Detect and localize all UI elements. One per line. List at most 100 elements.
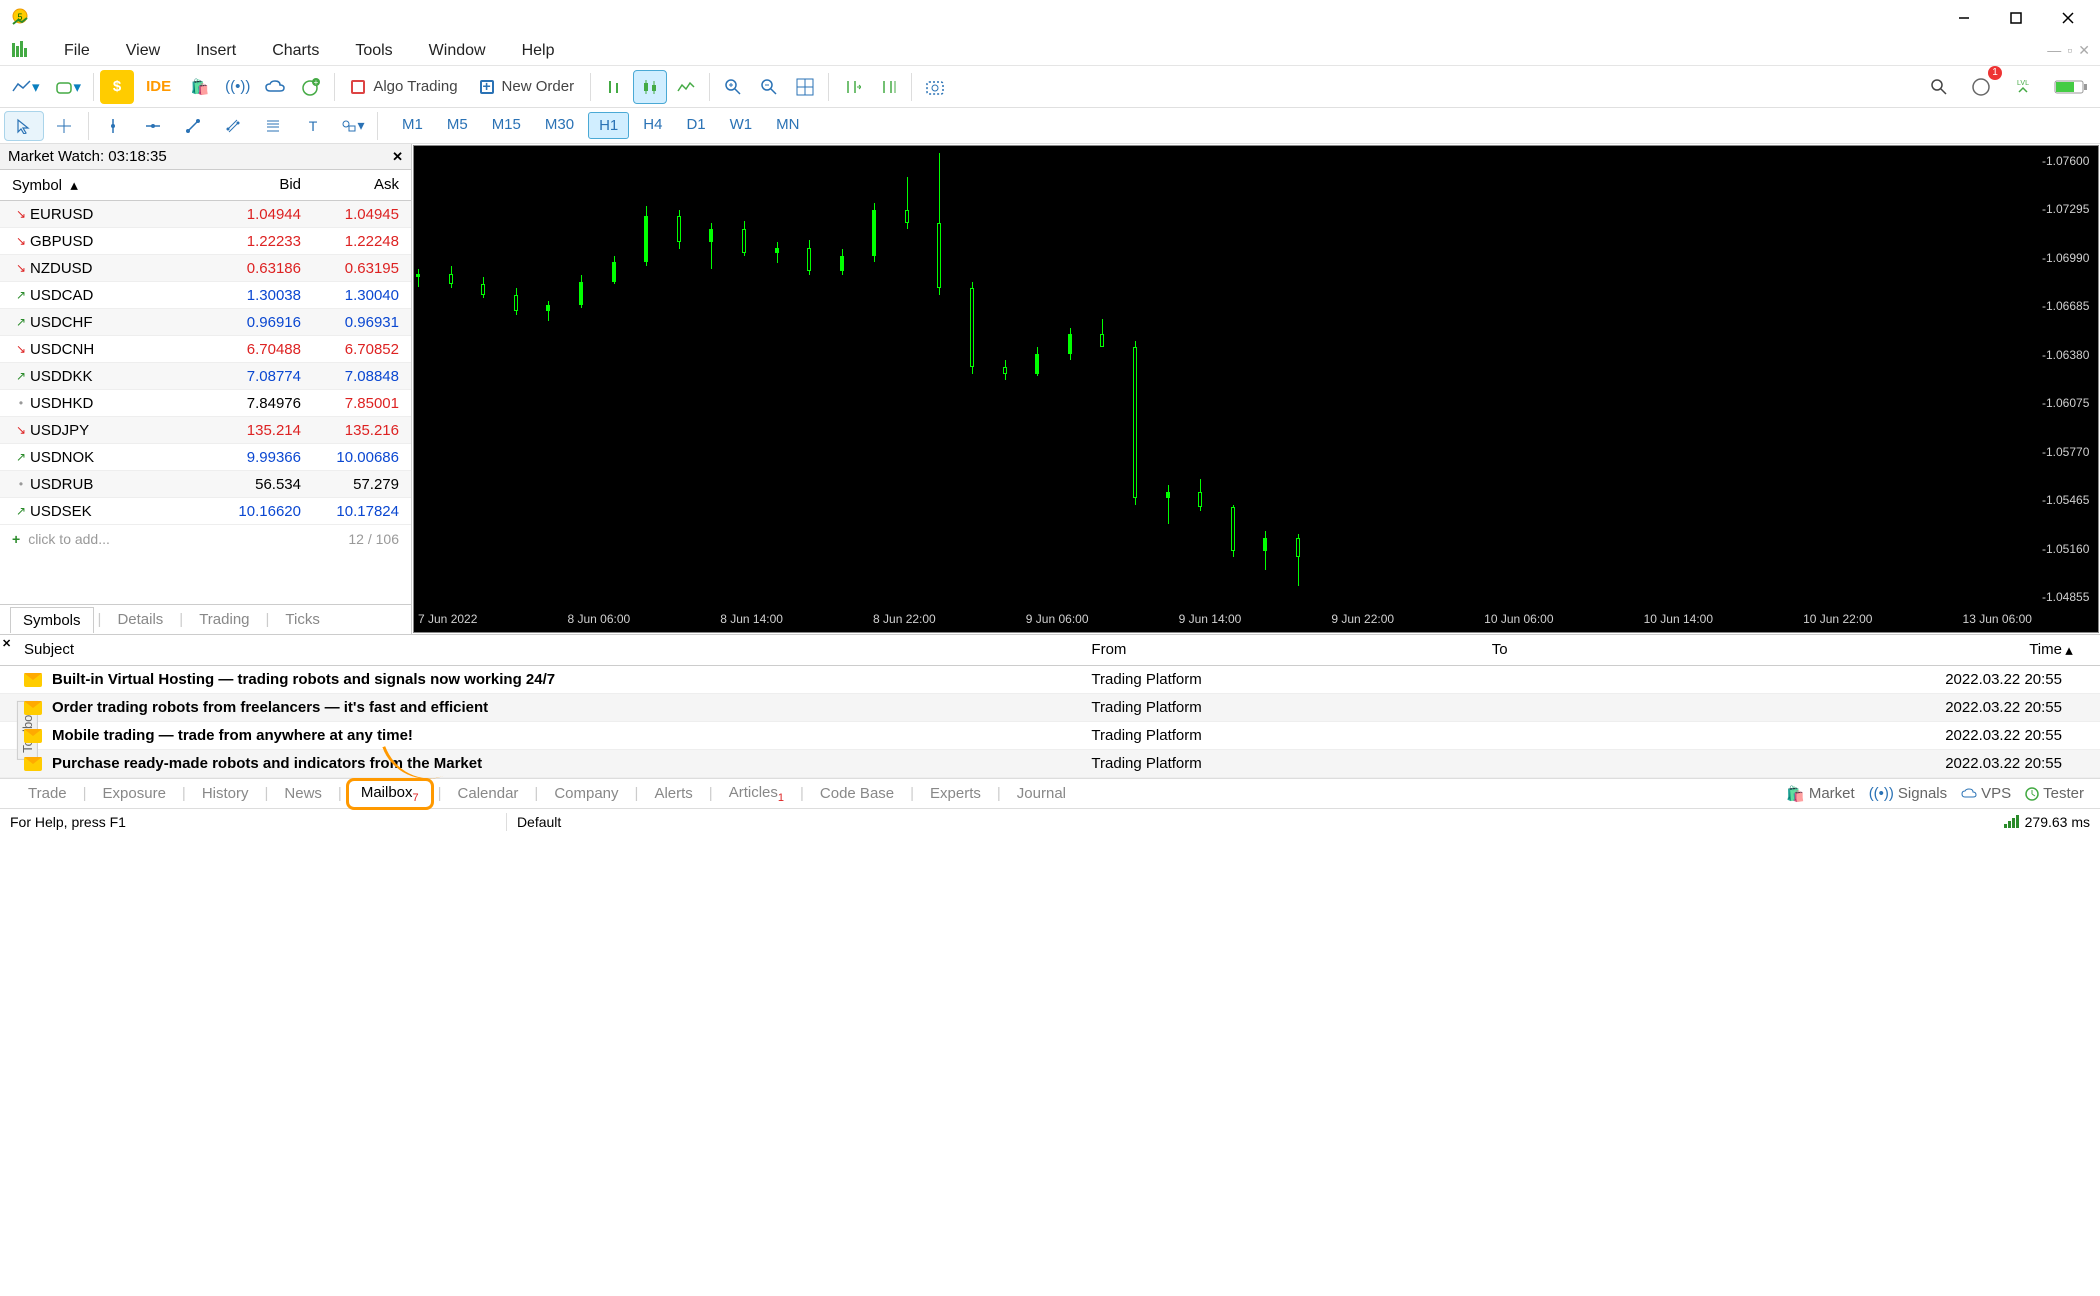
status-profile[interactable]: Default <box>517 814 561 830</box>
timeframe-MN[interactable]: MN <box>766 112 809 139</box>
mail-row[interactable]: Mobile trading — trade from anywhere at … <box>0 722 2100 750</box>
bar-chart-icon[interactable] <box>597 70 631 104</box>
globe-plus-icon[interactable]: + <box>294 70 328 104</box>
cloud-icon[interactable] <box>258 70 292 104</box>
symbol-row-USDDKK[interactable]: ↗ USDDKK 7.08774 7.08848 <box>0 363 411 390</box>
hline-tool[interactable] <box>133 111 173 141</box>
menu-tools[interactable]: Tools <box>337 38 410 63</box>
window-close[interactable] <box>2044 2 2092 34</box>
signals-icon[interactable]: ((•)) <box>219 70 256 104</box>
symbol-row-USDRUB[interactable]: • USDRUB 56.534 57.279 <box>0 471 411 498</box>
window-maximize[interactable] <box>1992 2 2040 34</box>
menu-insert[interactable]: Insert <box>178 38 254 63</box>
notifications-icon[interactable]: 1 <box>1964 70 1998 104</box>
symbol-row-USDCAD[interactable]: ↗ USDCAD 1.30038 1.30040 <box>0 282 411 309</box>
toolbox-tab-company[interactable]: Company <box>542 782 630 805</box>
toolbox-tab-journal[interactable]: Journal <box>1005 782 1078 805</box>
chart-area[interactable]: -1.07600-1.07295-1.06990-1.06685-1.06380… <box>413 145 2099 633</box>
grid-icon[interactable] <box>788 70 822 104</box>
tester-link[interactable]: Tester <box>2025 785 2084 802</box>
vps-link[interactable]: VPS <box>1961 785 2011 802</box>
mail-columns[interactable]: Subject From To Time ▴ <box>0 635 2100 666</box>
marketplace-button[interactable]: $ <box>100 70 134 104</box>
zoom-out-icon[interactable] <box>752 70 786 104</box>
timeframe-M1[interactable]: M1 <box>392 112 433 139</box>
vline-tool[interactable] <box>93 111 133 141</box>
crosshair-tool[interactable] <box>44 111 84 141</box>
market-watch-panel: Market Watch: 03:18:35 ✕ Symbol ▴ Bid As… <box>0 144 412 634</box>
symbol-row-USDNOK[interactable]: ↗ USDNOK 9.99366 10.00686 <box>0 444 411 471</box>
menu-file[interactable]: File <box>46 38 108 63</box>
mw-tab-details[interactable]: Details <box>105 607 175 632</box>
search-icon[interactable] <box>1922 70 1956 104</box>
mdi-restore-icon[interactable]: ▫ <box>2067 42 2072 59</box>
shapes-tool[interactable]: ▾ <box>333 111 373 141</box>
toolbox-tab-mailbox[interactable]: Mailbox7 <box>346 778 434 810</box>
new-order-button[interactable]: New Order <box>470 70 585 104</box>
toolbox-tab-history[interactable]: History <box>190 782 261 805</box>
ide-button[interactable]: IDE <box>136 70 181 104</box>
timeframe-M30[interactable]: M30 <box>535 112 584 139</box>
market-watch-columns[interactable]: Symbol ▴ Bid Ask <box>0 170 411 201</box>
mdi-minimize-icon[interactable]: — <box>2047 42 2061 59</box>
mw-tab-symbols[interactable]: Symbols <box>10 607 94 633</box>
toolbox-tab-trade[interactable]: Trade <box>16 782 79 805</box>
timeframe-M5[interactable]: M5 <box>437 112 478 139</box>
market-link[interactable]: 🛍️ Market <box>1786 785 1855 803</box>
symbol-row-USDJPY[interactable]: ↘ USDJPY 135.214 135.216 <box>0 417 411 444</box>
zoom-in-icon[interactable] <box>716 70 750 104</box>
timeframe-D1[interactable]: D1 <box>676 112 715 139</box>
window-minimize[interactable] <box>1940 2 1988 34</box>
toolbox-tab-calendar[interactable]: Calendar <box>446 782 531 805</box>
text-tool[interactable]: T <box>293 111 333 141</box>
symbol-row-USDHKD[interactable]: • USDHKD 7.84976 7.85001 <box>0 390 411 417</box>
bag-icon[interactable]: 🛍️ <box>183 70 217 104</box>
toolbox-tab-exposure[interactable]: Exposure <box>91 782 178 805</box>
signals-link[interactable]: ((•)) Signals <box>1869 785 1947 802</box>
symbol-row-USDSEK[interactable]: ↗ USDSEK 10.16620 10.17824 <box>0 498 411 525</box>
toolbox-close[interactable]: ✕ <box>2 637 11 650</box>
symbol-row-NZDUSD[interactable]: ↘ NZDUSD 0.63186 0.63195 <box>0 255 411 282</box>
timeframe-W1[interactable]: W1 <box>720 112 763 139</box>
trendline-tool[interactable] <box>173 111 213 141</box>
market-watch-close[interactable]: ✕ <box>392 149 403 165</box>
scroll-up-icon[interactable]: ▴ <box>2062 641 2076 659</box>
mail-row[interactable]: Built-in Virtual Hosting — trading robot… <box>0 666 2100 694</box>
mw-tab-trading[interactable]: Trading <box>187 607 261 632</box>
mw-tab-ticks[interactable]: Ticks <box>273 607 331 632</box>
timeframe-H4[interactable]: H4 <box>633 112 672 139</box>
level-icon[interactable]: LVL <box>2006 70 2040 104</box>
screenshot-icon[interactable] <box>918 70 952 104</box>
symbol-row-USDCNH[interactable]: ↘ USDCNH 6.70488 6.70852 <box>0 336 411 363</box>
channel-tool[interactable] <box>213 111 253 141</box>
timeframe-dropdown[interactable]: ▾ <box>48 70 88 104</box>
battery-icon[interactable] <box>2048 70 2094 104</box>
candle-chart-icon[interactable] <box>633 70 667 104</box>
symbol-row-EURUSD[interactable]: ↘ EURUSD 1.04944 1.04945 <box>0 201 411 228</box>
plus-icon: + <box>12 531 20 547</box>
mdi-close-icon[interactable]: ✕ <box>2078 42 2090 59</box>
shift-icon[interactable] <box>835 70 869 104</box>
market-watch-add[interactable]: + click to add... 12 / 106 <box>0 525 411 553</box>
toolbox-tab-alerts[interactable]: Alerts <box>642 782 704 805</box>
toolbox-tab-code-base[interactable]: Code Base <box>808 782 906 805</box>
menu-window[interactable]: Window <box>411 38 504 63</box>
toolbox-tab-experts[interactable]: Experts <box>918 782 993 805</box>
mail-row[interactable]: Purchase ready-made robots and indicator… <box>0 750 2100 778</box>
menu-view[interactable]: View <box>108 38 178 63</box>
symbol-row-USDCHF[interactable]: ↗ USDCHF 0.96916 0.96931 <box>0 309 411 336</box>
cursor-tool[interactable] <box>4 111 44 141</box>
toolbox-tab-news[interactable]: News <box>272 782 334 805</box>
line-chart-dropdown[interactable]: ▾ <box>6 70 46 104</box>
fibo-tool[interactable] <box>253 111 293 141</box>
toolbox-tab-articles[interactable]: Articles1 <box>717 781 796 807</box>
mail-row[interactable]: Order trading robots from freelancers — … <box>0 694 2100 722</box>
menu-charts[interactable]: Charts <box>254 38 337 63</box>
line-chart-icon[interactable] <box>669 70 703 104</box>
symbol-row-GBPUSD[interactable]: ↘ GBPUSD 1.22233 1.22248 <box>0 228 411 255</box>
algo-trading-button[interactable]: Algo Trading <box>341 70 467 104</box>
timeframe-M15[interactable]: M15 <box>482 112 531 139</box>
timeframe-H1[interactable]: H1 <box>588 112 629 139</box>
menu-help[interactable]: Help <box>504 38 573 63</box>
autoscroll-icon[interactable] <box>871 70 905 104</box>
